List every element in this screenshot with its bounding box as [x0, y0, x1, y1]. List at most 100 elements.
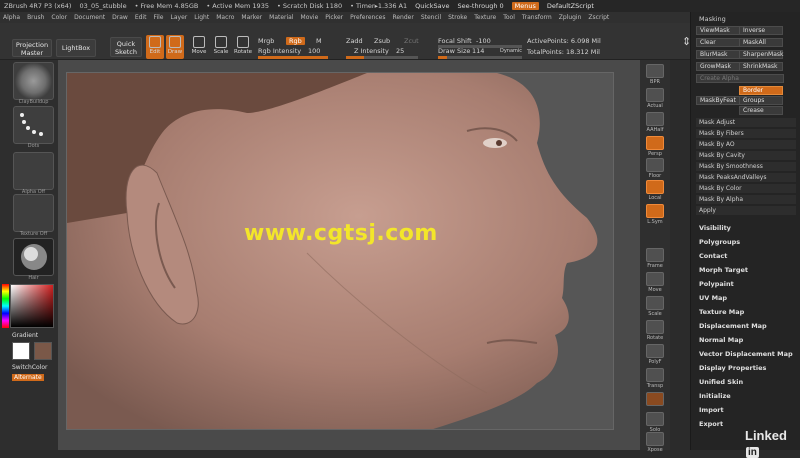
draw-size-slider[interactable]	[438, 56, 522, 59]
subpalette-unified-skin[interactable]: Unified Skin	[699, 378, 743, 386]
sharpenmask-button[interactable]: SharpenMask	[739, 50, 784, 59]
actual-button[interactable]: Actual	[643, 88, 667, 109]
m-button[interactable]: M	[316, 37, 322, 45]
maskall-button[interactable]: MaskAll	[739, 38, 783, 47]
quick-sketch-button[interactable]: Quick Sketch	[110, 37, 142, 57]
mask-by-fibers-item[interactable]: Mask By Fibers	[696, 129, 796, 139]
viewmask-button[interactable]: ViewMask	[696, 26, 740, 35]
border-toggle[interactable]: Border	[739, 86, 783, 95]
alpha-thumbnail[interactable]	[13, 152, 54, 190]
menu-render[interactable]: Render	[392, 14, 413, 21]
canvas-viewport[interactable]: www.cgtsj.com	[58, 60, 640, 450]
mask-peaks-valleys-item[interactable]: Mask PeaksAndValleys	[696, 173, 796, 183]
menu-picker[interactable]: Picker	[325, 14, 343, 21]
hue-strip[interactable]	[2, 284, 9, 328]
subpalette-morph-target[interactable]: Morph Target	[699, 266, 748, 274]
rotate-mode-button[interactable]: Rotate	[234, 35, 252, 59]
menu-zscript[interactable]: Zscript	[588, 14, 609, 21]
menu-preferences[interactable]: Preferences	[350, 14, 385, 21]
main-color-swatch[interactable]	[12, 342, 30, 360]
zsub-button[interactable]: Zsub	[374, 37, 390, 45]
inverse-button[interactable]: Inverse	[739, 26, 783, 35]
menu-zplugin[interactable]: Zplugin	[559, 14, 582, 21]
menu-marker[interactable]: Marker	[241, 14, 262, 21]
subpalette-polypaint[interactable]: Polypaint	[699, 280, 734, 288]
menus-toggle[interactable]: Menus	[511, 2, 539, 10]
menu-light[interactable]: Light	[194, 14, 209, 21]
scale-mode-button[interactable]: Scale	[212, 35, 230, 59]
subpalette-uv-map[interactable]: UV Map	[699, 294, 727, 302]
shrinkmask-button[interactable]: ShrinkMask	[739, 62, 783, 71]
transp-button[interactable]: Transp	[643, 368, 667, 389]
quicksave-button[interactable]: QuickSave	[415, 2, 449, 10]
menu-material[interactable]: Material	[269, 14, 293, 21]
subpalette-polygroups[interactable]: Polygroups	[699, 238, 740, 246]
rotate-view-button[interactable]: Rotate	[643, 320, 667, 341]
color-picker[interactable]	[10, 284, 54, 328]
subpalette-visibility[interactable]: Visibility	[699, 224, 731, 232]
groups-toggle[interactable]: Groups	[739, 96, 783, 105]
subpalette-display-properties[interactable]: Display Properties	[699, 364, 766, 372]
solo-label-button[interactable]: Solo	[643, 412, 667, 433]
switchcolor-button[interactable]: SwitchColor	[12, 364, 48, 371]
mask-by-smoothness-item[interactable]: Mask By Smoothness	[696, 162, 796, 172]
mask-adjust-item[interactable]: Mask Adjust	[696, 118, 796, 128]
draw-mode-button[interactable]: Draw	[166, 35, 184, 59]
bpr-button[interactable]: BPR	[643, 64, 667, 85]
z-intensity-slider[interactable]	[346, 56, 418, 59]
mask-by-ao-item[interactable]: Mask By AO	[696, 140, 796, 150]
frame-button[interactable]: Frame	[643, 248, 667, 269]
polyf-button[interactable]: PolyF	[643, 344, 667, 365]
mask-by-cavity-item[interactable]: Mask By Cavity	[696, 151, 796, 161]
masking-title[interactable]: Masking	[699, 15, 726, 23]
rgb-button[interactable]: Rgb	[286, 37, 305, 45]
mask-by-color-item[interactable]: Mask By Color	[696, 184, 796, 194]
brush-thumbnail[interactable]	[13, 62, 54, 100]
menu-movie[interactable]: Movie	[301, 14, 319, 21]
clear-button[interactable]: Clear	[696, 38, 740, 47]
menu-color[interactable]: Color	[51, 14, 67, 21]
secondary-color-swatch[interactable]	[34, 342, 52, 360]
dynamic-button[interactable]: Dynamic	[500, 48, 522, 54]
menu-layer[interactable]: Layer	[171, 14, 188, 21]
subpalette-displacement-map[interactable]: Displacement Map	[699, 322, 767, 330]
menu-alpha[interactable]: Alpha	[3, 14, 20, 21]
edit-mode-button[interactable]: Edit	[146, 35, 164, 59]
floor-button[interactable]: Floor	[643, 158, 667, 179]
aahalf-button[interactable]: AAHalf	[643, 112, 667, 133]
subpalette-contact[interactable]: Contact	[699, 252, 727, 260]
create-alpha-button[interactable]: Create Alpha	[696, 74, 784, 83]
menu-file[interactable]: File	[153, 14, 163, 21]
default-zscript-button[interactable]: DefaultZScript	[547, 2, 594, 10]
subpalette-normal-map[interactable]: Normal Map	[699, 336, 743, 344]
lightbox-button[interactable]: LightBox	[56, 39, 96, 57]
see-through-slider[interactable]: See-through 0	[457, 2, 503, 10]
menu-brush[interactable]: Brush	[27, 14, 44, 21]
subpalette-texture-map[interactable]: Texture Map	[699, 308, 744, 316]
projection-master-button[interactable]: Projection Master	[12, 39, 52, 57]
subpalette-initialize[interactable]: Initialize	[699, 392, 731, 400]
stroke-thumbnail[interactable]	[13, 106, 54, 144]
menu-macro[interactable]: Macro	[216, 14, 234, 21]
solo-button[interactable]	[643, 392, 667, 407]
mrgb-button[interactable]: Mrgb	[258, 37, 274, 45]
gradient-label[interactable]: Gradient	[12, 332, 38, 339]
zadd-button[interactable]: Zadd	[346, 37, 363, 45]
subpalette-import[interactable]: Import	[699, 406, 724, 414]
menu-document[interactable]: Document	[74, 14, 105, 21]
growmask-button[interactable]: GrowMask	[696, 62, 740, 71]
lsym-button[interactable]: L.Sym	[643, 204, 667, 225]
rgb-intensity-slider[interactable]	[258, 56, 328, 59]
subpalette-export[interactable]: Export	[699, 420, 723, 428]
apply-button[interactable]: Apply	[696, 206, 796, 216]
menu-transform[interactable]: Transform	[522, 14, 552, 21]
mask-by-alpha-item[interactable]: Mask By Alpha	[696, 195, 796, 205]
persp-button[interactable]: Persp	[643, 136, 667, 157]
menu-stencil[interactable]: Stencil	[421, 14, 441, 21]
material-thumbnail[interactable]	[13, 238, 54, 276]
move-view-button[interactable]: Move	[643, 272, 667, 293]
crease-toggle[interactable]: Crease	[739, 106, 783, 115]
menu-edit[interactable]: Edit	[135, 14, 147, 21]
menu-draw[interactable]: Draw	[112, 14, 128, 21]
subpalette-vector-displacement-map[interactable]: Vector Displacement Map	[699, 350, 793, 358]
